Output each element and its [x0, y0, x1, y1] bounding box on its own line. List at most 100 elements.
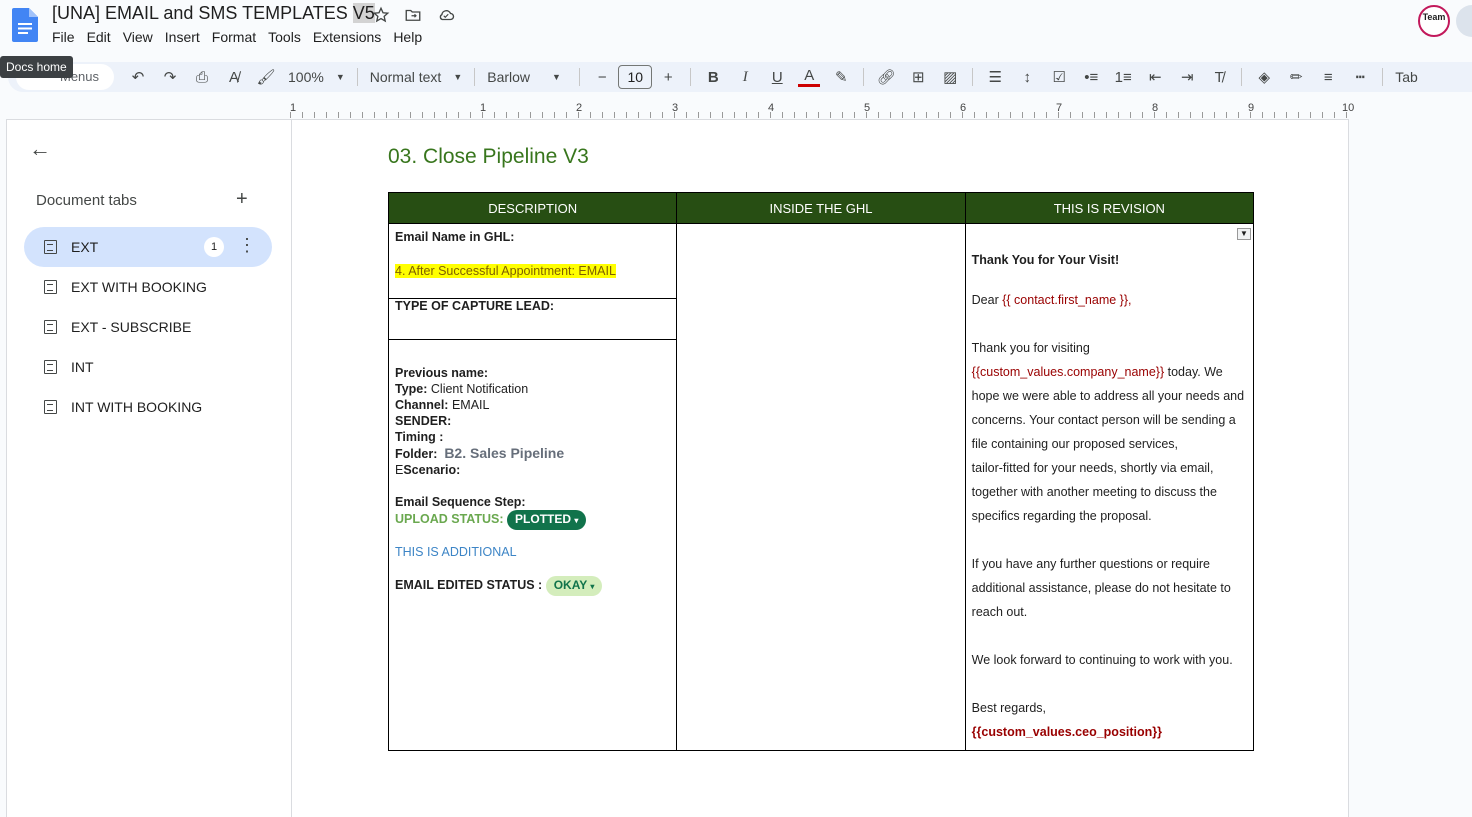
menu-tools[interactable]: Tools [262, 28, 307, 46]
document-icon [44, 320, 57, 334]
document-icon [44, 360, 57, 374]
avatar-text: Team [1422, 12, 1446, 22]
underline-icon[interactable]: U [761, 64, 793, 90]
decrease-font-size-icon[interactable]: − [586, 64, 618, 90]
increase-indent-icon[interactable]: ⇥ [1171, 64, 1203, 90]
highlight-icon[interactable]: ✎ [825, 64, 857, 90]
table-label: Tab [1395, 69, 1418, 85]
menu-format[interactable]: Format [206, 28, 262, 46]
document-page[interactable]: 03. Close Pipeline V3 DESCRIPTION INSIDE… [291, 119, 1349, 817]
tab-int-with-booking[interactable]: INT WITH BOOKING [24, 387, 272, 427]
cloud-status-icon[interactable] [436, 6, 456, 24]
undo-icon[interactable]: ↶ [122, 64, 154, 90]
paragraph-style-select[interactable]: Normal text ▼ [364, 64, 469, 90]
increase-font-size-icon[interactable]: + [652, 64, 684, 90]
horizontal-ruler[interactable]: 1 1 2 3 4 5 6 7 8 9 10 [290, 102, 1354, 118]
edited-status-label: EMAIL EDITED STATUS : [395, 578, 543, 592]
numbered-list-icon[interactable]: 1≡ [1107, 64, 1139, 90]
paragraph-1-line: file containing our proposed services, [971, 437, 1179, 451]
checklist-icon[interactable]: ☑ [1043, 64, 1075, 90]
print-icon[interactable]: ⎙ [186, 64, 218, 90]
chevron-down-icon: ▾ [574, 516, 579, 525]
table-header-row: DESCRIPTION INSIDE THE GHL THIS IS REVIS… [387, 192, 1255, 224]
edited-status-chip[interactable]: OKAY ▾ [545, 576, 603, 596]
font-select[interactable]: Barlow ▼ [481, 64, 573, 90]
chevron-down-icon: ▼ [335, 72, 345, 82]
paragraph-2-line: additional assistance, please do not hes… [971, 581, 1231, 595]
decrease-indent-icon[interactable]: ⇤ [1139, 64, 1171, 90]
company-variable: {{custom_values.company_name}} [971, 365, 1165, 379]
tab-ext-subscribe[interactable]: EXT - SUBSCRIBE [24, 307, 272, 347]
scenario-label: Scenario: [403, 463, 461, 477]
chip-label: OKAY [553, 578, 588, 592]
tab-label: INT WITH BOOKING [71, 399, 203, 415]
folder-label: Folder: [395, 447, 438, 461]
bulleted-list-icon[interactable]: •≡ [1075, 64, 1107, 90]
zoom-select[interactable]: 100% ▼ [282, 64, 351, 90]
tab-ext-with-booking[interactable]: EXT WITH BOOKING [24, 267, 272, 307]
table-menu[interactable]: Tab [1389, 64, 1424, 90]
channel-value: EMAIL [448, 398, 490, 412]
border-dash-icon[interactable]: ┅ [1344, 64, 1376, 90]
tab-label: EXT WITH BOOKING [71, 279, 207, 295]
text-color-icon[interactable]: A [798, 67, 821, 87]
style-value: Normal text [369, 69, 442, 85]
align-icon[interactable]: ☰ [979, 64, 1011, 90]
border-width-icon[interactable]: ≡ [1312, 64, 1344, 90]
link-icon[interactable]: 🔗︎ [870, 64, 902, 90]
bold-icon[interactable]: B [697, 64, 729, 90]
divider [972, 68, 974, 86]
font-size-input[interactable]: 10 [618, 65, 653, 89]
paragraph-1-text: today. We [1164, 365, 1223, 379]
document-title[interactable]: [UNA] EMAIL and SMS TEMPLATES V5 [52, 3, 375, 24]
additional-note: THIS IS ADDITIONAL [395, 545, 517, 559]
capture-lead-label: TYPE OF CAPTURE LEAD: [395, 299, 555, 313]
document-icon [44, 240, 57, 254]
cell-fill-icon[interactable]: ◈ [1248, 64, 1280, 90]
italic-icon[interactable]: I [729, 64, 761, 90]
chip-label: PLOTTED [515, 512, 572, 526]
account-avatar[interactable] [1456, 5, 1472, 37]
tab-ext[interactable]: EXT 1 ⋮ [24, 227, 272, 267]
team-avatar[interactable]: Team [1418, 5, 1450, 37]
paragraph-1-var-line: {{custom_values.company_name}} today. We [972, 360, 1247, 384]
tab-label: EXT - SUBSCRIBE [71, 319, 192, 335]
description-cell[interactable]: Email Name in GHL: 4. After Successful A… [387, 223, 678, 751]
header-revision: THIS IS REVISION [964, 192, 1255, 224]
menu-view[interactable]: View [117, 28, 159, 46]
folder-value: B2. Sales Pipeline [444, 445, 565, 461]
move-folder-icon[interactable] [404, 6, 422, 24]
more-options-icon[interactable]: ⋮ [238, 235, 256, 256]
scenario-line: EScenario: [395, 462, 670, 478]
back-arrow-icon[interactable]: ← [29, 136, 51, 162]
add-tab-icon[interactable]: + [236, 188, 248, 211]
greeting-line: Dear {{ contact.first_name }}, [972, 288, 1247, 312]
spellcheck-icon[interactable]: A̸ [218, 64, 250, 90]
channel-label: Channel: [395, 398, 449, 412]
paragraph-1-line: concerns. Your contact person will be se… [971, 413, 1236, 427]
menu-insert[interactable]: Insert [159, 28, 206, 46]
menu-help[interactable]: Help [387, 28, 428, 46]
star-icon[interactable] [372, 6, 390, 24]
edited-status-line: EMAIL EDITED STATUS : OKAY ▾ [395, 576, 670, 596]
image-icon[interactable]: ▨ [934, 64, 966, 90]
revision-cell[interactable]: ▼ Thank You for Your Visit! Dear {{ cont… [964, 223, 1255, 751]
clear-formatting-icon[interactable]: T̸ [1203, 64, 1235, 90]
font-value: Barlow [487, 69, 531, 85]
paint-format-icon[interactable]: 🖌︎ [250, 64, 282, 90]
comment-icon[interactable]: ⊞ [902, 64, 934, 90]
inside-ghl-cell[interactable] [676, 223, 966, 751]
redo-icon[interactable]: ↷ [154, 64, 186, 90]
document-tabs-sidebar: ← Document tabs + EXT 1 ⋮ EXT WITH BOOKI… [6, 119, 292, 817]
docs-home-icon[interactable] [12, 8, 38, 42]
upload-status-chip[interactable]: PLOTTED ▾ [507, 510, 587, 530]
dropdown-marker-icon[interactable]: ▼ [1237, 228, 1251, 240]
line-spacing-icon[interactable]: ↕ [1011, 64, 1043, 90]
border-color-icon[interactable]: ✏ [1280, 64, 1312, 90]
menu-extensions[interactable]: Extensions [307, 28, 387, 46]
menu-edit[interactable]: Edit [81, 28, 117, 46]
sequence-step-label: Email Sequence Step: [395, 495, 526, 509]
tab-int[interactable]: INT [24, 347, 272, 387]
menu-file[interactable]: File [52, 28, 81, 46]
paragraph-3: We look forward to continuing to work wi… [971, 653, 1233, 667]
